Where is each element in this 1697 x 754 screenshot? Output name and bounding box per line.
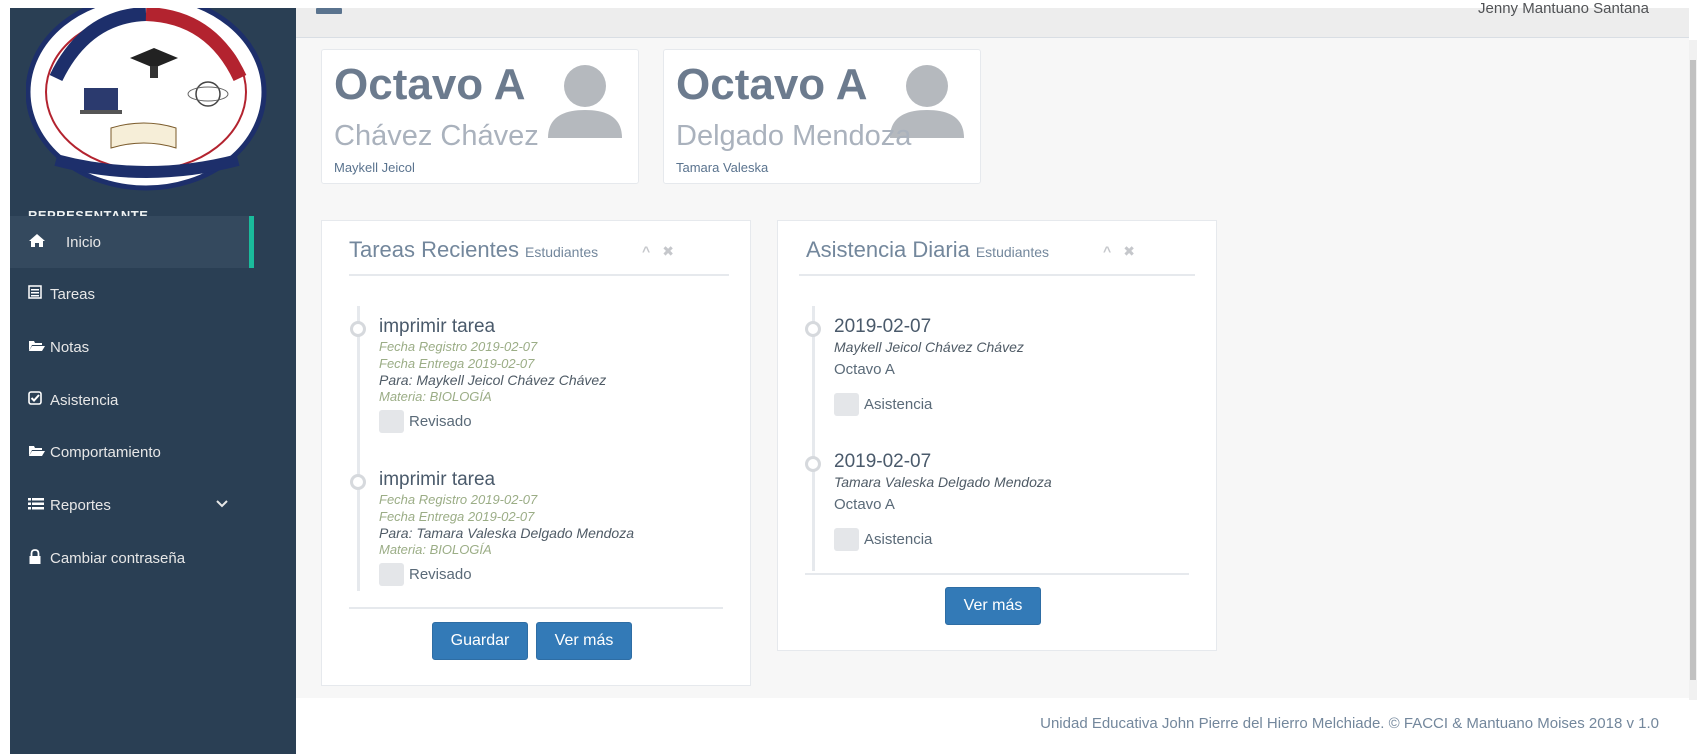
- attendance-grade: Octavo A: [834, 361, 895, 378]
- view-more-button[interactable]: Ver más: [536, 622, 632, 660]
- sidebar-item-notas[interactable]: Notas: [10, 321, 296, 373]
- chevron-down-icon: [216, 495, 228, 511]
- revisado-checkbox[interactable]: Revisado: [379, 410, 472, 433]
- attendance-date: 2019-02-07: [834, 316, 932, 337]
- student-card[interactable]: Octavo A Chávez Chávez Maykell Jeicol: [321, 49, 639, 184]
- checkbox-label: Revisado: [409, 566, 472, 583]
- home-icon: [28, 233, 64, 252]
- revisado-checkbox[interactable]: Revisado: [379, 563, 472, 586]
- student-given-names: Tamara Valeska: [676, 160, 769, 175]
- checkbox-label: Revisado: [409, 413, 472, 430]
- footer-text: Unidad Educativa John Pierre del Hierro …: [1040, 715, 1659, 732]
- list-alt-icon: [28, 285, 48, 303]
- view-more-button[interactable]: Ver más: [945, 587, 1041, 625]
- checkbox-box[interactable]: [379, 563, 404, 586]
- panel-subtitle: Estudiantes: [524, 244, 599, 260]
- sidebar: REPRESENTANTE Inicio Tareas Notas Asiste…: [10, 0, 296, 754]
- sidebar-item-tareas[interactable]: Tareas: [10, 268, 296, 320]
- attendance-date: 2019-02-07: [834, 451, 932, 472]
- panel-subtitle: Estudiantes: [975, 244, 1050, 260]
- timeline-line: [812, 306, 815, 571]
- school-logo: [25, 0, 278, 198]
- student-grade: Octavo A: [334, 60, 526, 109]
- sidebar-item-label: Tareas: [50, 285, 96, 303]
- menu-toggle-icon[interactable]: [316, 8, 342, 14]
- main-content: Octavo A Chávez Chávez Maykell Jeicol Oc…: [296, 38, 1689, 698]
- task-registro: Fecha Registro 2019-02-07: [379, 492, 538, 507]
- divider: [799, 274, 1195, 276]
- student-given-names: Maykell Jeicol: [334, 160, 415, 175]
- sidebar-item-reportes[interactable]: Reportes: [10, 479, 296, 531]
- folder-open-icon: [28, 339, 48, 356]
- task-entrega: Fecha Entrega 2019-02-07: [379, 509, 535, 524]
- panel-title: Tareas Recientes Estudiantes: [349, 237, 599, 262]
- close-icon[interactable]: ✖: [662, 243, 674, 260]
- task-title: imprimir tarea: [379, 316, 496, 337]
- task-materia: Materia: BIOLOGÍA: [379, 389, 492, 404]
- footer: Unidad Educativa John Pierre del Hierro …: [296, 698, 1689, 754]
- timeline-dot: [350, 321, 366, 337]
- check-square-icon: [28, 391, 48, 409]
- lock-icon: [28, 548, 48, 568]
- divider: [349, 607, 723, 609]
- attendance-student: Tamara Valeska Delgado Mendoza: [834, 474, 1052, 490]
- user-menu[interactable]: Jenny Mantuano Santana: [1478, 0, 1649, 17]
- sidebar-item-label: Cambiar contraseña: [50, 549, 186, 567]
- timeline-dot: [805, 456, 821, 472]
- timeline-dot: [805, 321, 821, 337]
- sidebar-item-asistencia[interactable]: Asistencia: [10, 374, 296, 426]
- task-title: imprimir tarea: [379, 469, 496, 490]
- checkbox-label: Asistencia: [864, 396, 933, 413]
- sidebar-item-label: Notas: [50, 338, 90, 356]
- task-materia: Materia: BIOLOGÍA: [379, 542, 492, 557]
- checkbox-box[interactable]: [379, 410, 404, 433]
- student-surname: Chávez Chávez: [334, 120, 539, 152]
- checkbox-box[interactable]: [834, 393, 859, 416]
- student-card[interactable]: Octavo A Delgado Mendoza Tamara Valeska: [663, 49, 981, 184]
- sidebar-item-label: Inicio: [66, 233, 102, 251]
- asistencia-checkbox[interactable]: Asistencia: [834, 393, 932, 416]
- collapse-icon[interactable]: ^: [1103, 243, 1111, 259]
- tasks-panel: Tareas Recientes Estudiantes ^ ✖ imprimir …: [321, 220, 751, 686]
- list-icon: [28, 497, 48, 514]
- divider: [805, 573, 1189, 575]
- sidebar-item-label: Asistencia: [50, 391, 119, 409]
- student-grade: Octavo A: [676, 60, 868, 109]
- divider: [349, 274, 729, 276]
- scrollbar-thumb[interactable]: [1690, 60, 1696, 680]
- task-registro: Fecha Registro 2019-02-07: [379, 339, 538, 354]
- sidebar-item-comportamiento[interactable]: Comportamiento: [10, 426, 296, 478]
- attendance-grade: Octavo A: [834, 496, 895, 513]
- panel-title: Asistencia Diaria Estudiantes: [806, 237, 1050, 262]
- folder-open-icon: [28, 444, 48, 461]
- panel-tools: ^ ✖: [1103, 243, 1147, 260]
- task-para: Para: Maykell Jeicol Chávez Chávez: [379, 372, 607, 388]
- collapse-icon[interactable]: ^: [642, 243, 650, 259]
- top-navbar: Jenny Mantuano Santana: [296, 0, 1689, 38]
- close-icon[interactable]: ✖: [1123, 243, 1135, 260]
- timeline-line: [357, 306, 360, 591]
- attendance-student: Maykell Jeicol Chávez Chávez: [834, 339, 1024, 355]
- save-button[interactable]: Guardar: [432, 622, 528, 660]
- sidebar-item-cambiar-contrasena[interactable]: Cambiar contraseña: [10, 532, 296, 584]
- checkbox-box[interactable]: [834, 528, 859, 551]
- sidebar-item-inicio[interactable]: Inicio: [10, 216, 254, 268]
- attendance-panel: Asistencia Diaria Estudiantes ^ ✖ 2019-02-…: [777, 220, 1217, 651]
- panel-tools: ^ ✖: [642, 243, 686, 260]
- user-icon: [544, 60, 626, 138]
- student-surname: Delgado Mendoza: [676, 120, 912, 152]
- checkbox-label: Asistencia: [864, 531, 933, 548]
- task-para: Para: Tamara Valeska Delgado Mendoza: [379, 525, 635, 541]
- timeline-dot: [350, 474, 366, 490]
- asistencia-checkbox[interactable]: Asistencia: [834, 528, 932, 551]
- task-entrega: Fecha Entrega 2019-02-07: [379, 356, 535, 371]
- sidebar-item-label: Comportamiento: [50, 443, 161, 461]
- sidebar-item-label: Reportes: [50, 496, 111, 514]
